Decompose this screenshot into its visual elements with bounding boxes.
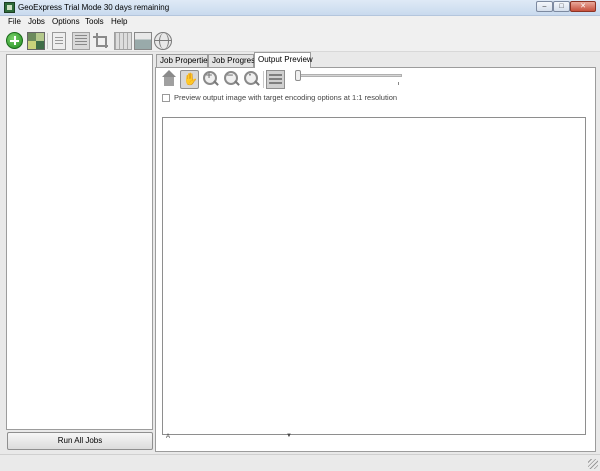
- close-button[interactable]: ✕: [570, 1, 596, 12]
- run-all-jobs-button[interactable]: Run All Jobs: [7, 432, 153, 450]
- globe-icon[interactable]: [154, 32, 172, 50]
- preview-toolbar-separator: [263, 71, 264, 88]
- preview-checkbox-label[interactable]: Preview output image with target encodin…: [174, 93, 397, 102]
- preview-target-encoding-checkbox[interactable]: [162, 94, 170, 102]
- slider-handle[interactable]: [295, 70, 301, 81]
- slider-track[interactable]: [298, 74, 402, 77]
- zoom-fit-glyph: ·: [248, 71, 252, 81]
- window-title: GeoExpress Trial Mode 30 days remaining: [18, 3, 170, 12]
- menu-file[interactable]: File: [8, 17, 21, 26]
- crop-icon[interactable]: [93, 32, 111, 50]
- resize-grip[interactable]: [588, 459, 598, 469]
- scale-marker-left: A: [166, 434, 171, 440]
- toolbar-separator: [47, 33, 48, 49]
- zoom-fit-icon[interactable]: ·: [242, 70, 261, 89]
- menu-bar: File Jobs Options Tools Help: [0, 16, 600, 29]
- app-logo-icon: [4, 2, 15, 13]
- tab-job-progress[interactable]: Job Progress: [208, 54, 259, 67]
- zoom-out-glyph: −: [226, 71, 234, 81]
- tab-job-properties[interactable]: Job Properties: [156, 54, 212, 67]
- menu-jobs[interactable]: Jobs: [28, 17, 45, 26]
- scale-marker-mid: ▼: [286, 433, 292, 439]
- zoom-slider[interactable]: [294, 70, 406, 88]
- home-icon[interactable]: [160, 70, 179, 89]
- layers-icon[interactable]: [266, 70, 285, 89]
- job-list-panel[interactable]: [6, 54, 153, 430]
- zoom-out-icon[interactable]: −: [222, 70, 241, 89]
- zoom-in-icon[interactable]: +: [201, 70, 220, 89]
- menu-help[interactable]: Help: [111, 17, 127, 26]
- image-icon[interactable]: [134, 32, 152, 50]
- pan-hand-icon[interactable]: [180, 70, 199, 89]
- status-bar: [0, 454, 600, 471]
- tab-output-preview[interactable]: Output Preview: [254, 52, 313, 68]
- grid-icon[interactable]: [114, 32, 132, 50]
- mosaic-icon[interactable]: [27, 32, 45, 50]
- document-list-icon[interactable]: [72, 32, 90, 50]
- add-job-icon[interactable]: [6, 32, 23, 49]
- menu-tools[interactable]: Tools: [85, 17, 104, 26]
- maximize-button[interactable]: □: [553, 1, 570, 12]
- minimize-button[interactable]: –: [536, 1, 553, 12]
- document-icon[interactable]: [52, 32, 66, 50]
- menu-options[interactable]: Options: [52, 17, 80, 26]
- slider-tick: [398, 82, 399, 85]
- main-toolbar: [0, 29, 600, 52]
- preview-canvas[interactable]: [162, 117, 586, 435]
- zoom-in-glyph: +: [205, 71, 213, 81]
- title-bar: GeoExpress Trial Mode 30 days remaining …: [0, 0, 600, 16]
